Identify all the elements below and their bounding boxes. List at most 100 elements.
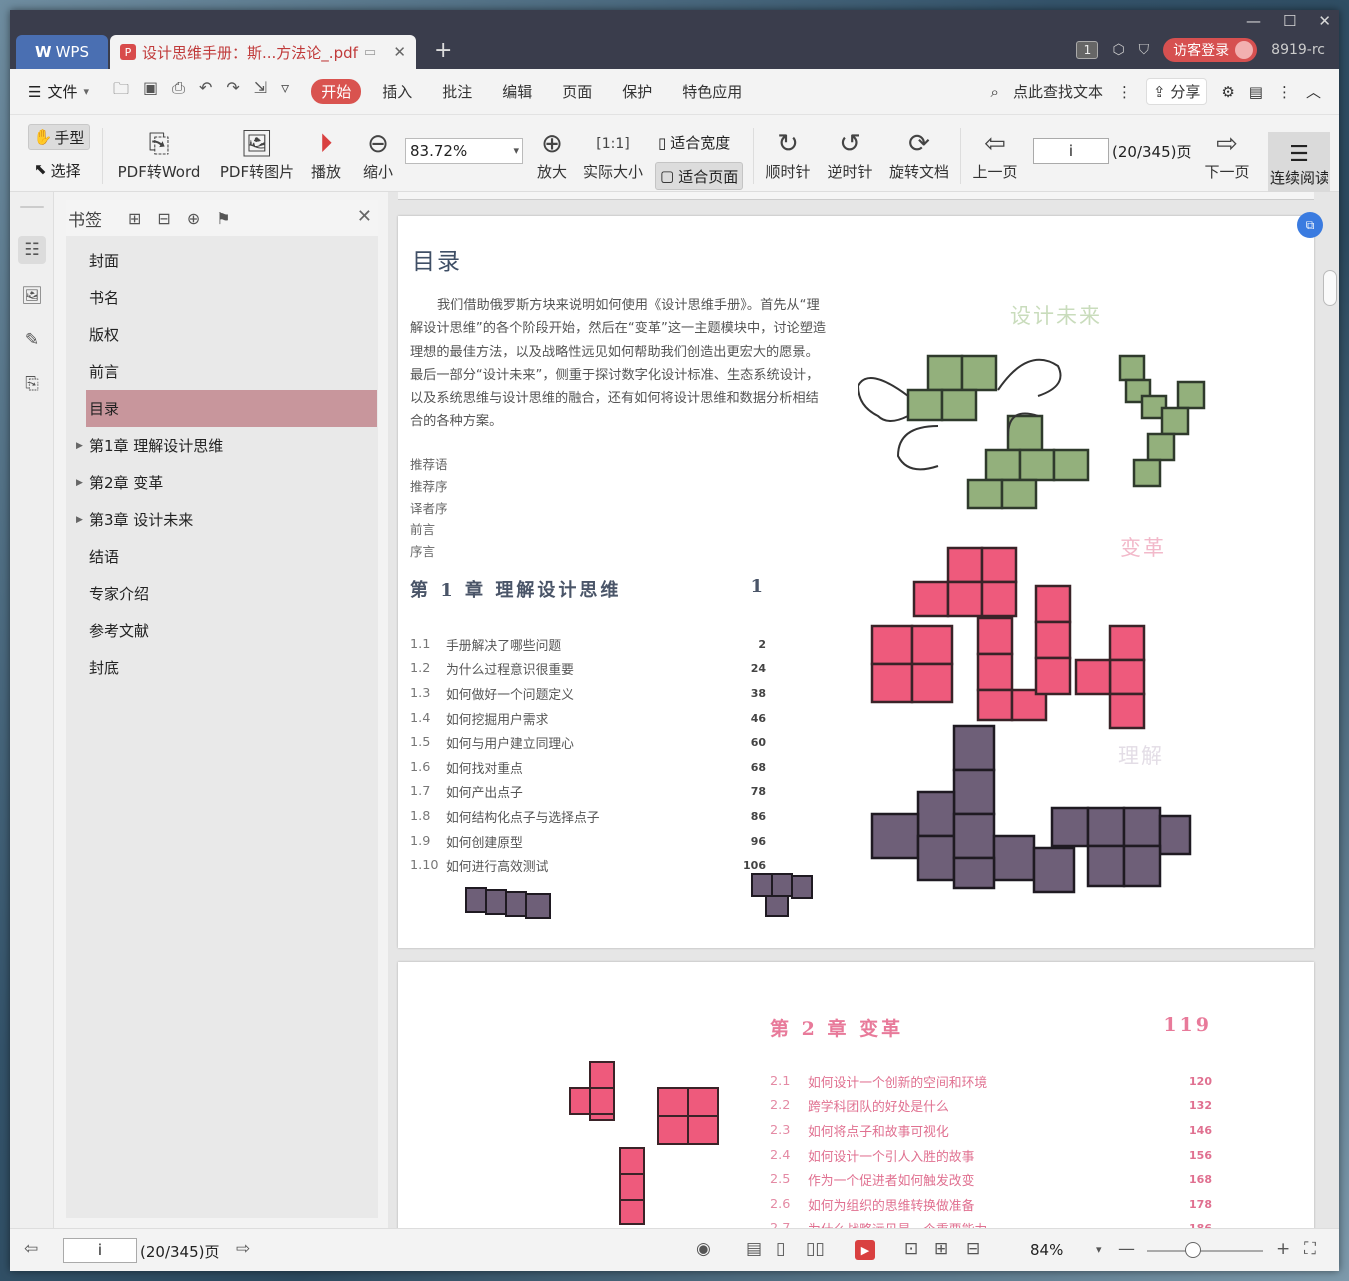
floating-tool-icon[interactable]: ⧉ — [1297, 212, 1323, 238]
document-tab[interactable]: P 设计思维手册：斯...方法论_.pdf ▭ ✕ — [110, 35, 416, 69]
continuous-reading-button[interactable]: ☰ 连续阅读 — [1268, 132, 1330, 192]
print-icon[interactable]: ⎙ — [172, 78, 185, 105]
vertical-scrollbar[interactable] — [1323, 270, 1337, 306]
actual-size-button[interactable]: [1:1] 实际大小 — [580, 116, 646, 192]
find-text-link[interactable]: 点此查找文本 — [1013, 81, 1103, 102]
bookmark-panel-icon[interactable]: ☷ — [18, 236, 46, 264]
minimize-icon[interactable]: — — [1246, 12, 1261, 30]
bookmark-item[interactable]: 专家介绍 — [66, 575, 378, 612]
bookmark-label: 封底 — [89, 659, 120, 677]
bookmark-item-selected[interactable]: 目录 — [86, 390, 377, 427]
close-panel-icon[interactable]: ✕ — [357, 206, 372, 227]
next-page-icon[interactable]: ⇨ — [236, 1239, 250, 1259]
open-folder-icon[interactable]: 🗀 — [113, 78, 129, 105]
bookmark-item[interactable]: ▶ 第1章 理解设计思维 — [66, 427, 378, 464]
add-bookmark-icon[interactable]: ⊕ — [187, 209, 200, 228]
thumbnail-icon[interactable]: 🖼 — [18, 282, 46, 310]
file-menu[interactable]: ☰ 文件 ▾ — [28, 81, 89, 102]
bookmark-item[interactable]: 参考文献 — [66, 612, 378, 649]
maximize-icon[interactable]: ☐ — [1283, 12, 1296, 30]
fullscreen-icon[interactable]: ⛶ — [1304, 1239, 1316, 1259]
select-tool-button[interactable]: ⬉ 选择 — [34, 160, 81, 181]
actual-size-icon[interactable]: ⊡ — [904, 1239, 918, 1259]
fit-page-icon[interactable]: ⊞ — [934, 1239, 948, 1259]
annotation-icon[interactable]: ✎ — [18, 326, 46, 354]
eye-icon[interactable]: ◉ — [696, 1239, 711, 1259]
fit-width-icon[interactable]: ⊟ — [966, 1239, 980, 1259]
play-button[interactable]: ⏵ 播放 — [306, 116, 346, 192]
rotate-counterclockwise-button[interactable]: ↺ 逆时针 — [822, 116, 878, 192]
zoom-slider-handle[interactable] — [1185, 1242, 1201, 1258]
play-circle-icon: ⏵ — [319, 128, 333, 159]
prev-page-icon[interactable]: ⇦ — [24, 1239, 38, 1259]
rotate-document-button[interactable]: ⟳ 旋转文档 — [886, 116, 952, 192]
tab-insert[interactable]: 插入 — [367, 81, 427, 102]
bookmark-item[interactable]: 封面 — [66, 242, 378, 279]
undo-icon[interactable]: ↶ — [199, 78, 212, 105]
gear-icon[interactable]: ⚙ — [1221, 83, 1234, 101]
status-page-input[interactable]: i — [63, 1238, 137, 1263]
tab-annotate[interactable]: 批注 — [427, 81, 487, 102]
comment-icon[interactable]: ▤ — [1249, 83, 1263, 101]
hand-tool-button[interactable]: ✋ 手型 — [28, 124, 90, 150]
close-icon[interactable]: ✕ — [1318, 12, 1331, 30]
bookmark-item[interactable]: 书名 — [66, 279, 378, 316]
wps-home-tab[interactable]: W WPS — [16, 35, 108, 69]
expand-caret-icon[interactable]: ▶ — [76, 515, 83, 525]
tab-special[interactable]: 特色应用 — [667, 81, 757, 102]
collapse-ribbon-icon[interactable]: ︿ — [1306, 81, 1321, 102]
bookmark-item[interactable]: 封底 — [66, 649, 378, 686]
play-slideshow-icon[interactable]: ▶ — [855, 1240, 875, 1260]
save-icon[interactable]: ▣ — [143, 78, 158, 105]
collapse-all-icon[interactable]: ⊟ — [157, 209, 170, 228]
rotate-clockwise-button[interactable]: ↻ 顺时针 — [760, 116, 816, 192]
fit-width-button[interactable]: ▯ 适合宽度 — [658, 132, 730, 153]
tab-edit[interactable]: 编辑 — [487, 81, 547, 102]
single-page-view-icon[interactable]: ▤ — [746, 1239, 762, 1259]
more-vertical-icon[interactable]: ⋮ — [1117, 83, 1132, 101]
new-tab-icon[interactable]: + — [434, 38, 452, 63]
guest-login-button[interactable]: 访客登录 — [1163, 38, 1258, 62]
monitor-icon[interactable]: ▭ — [364, 45, 376, 60]
skin-icon[interactable]: ⬡ — [1112, 42, 1124, 58]
expand-caret-icon[interactable]: ▶ — [76, 478, 83, 488]
attachment-icon[interactable]: ⎘ — [18, 370, 46, 398]
pdf-to-image-button[interactable]: 🖼 PDF转图片 — [214, 116, 300, 192]
kebab-icon[interactable]: ⋮ — [1277, 83, 1292, 101]
page-number-input[interactable]: i — [1033, 138, 1109, 164]
close-tab-icon[interactable]: ✕ — [393, 43, 406, 61]
zoom-dropdown-icon[interactable]: ▾ — [1096, 1243, 1102, 1256]
export-icon[interactable]: ⇲ — [254, 78, 267, 105]
fit-page-button[interactable]: ▢ 适合页面 — [655, 162, 744, 190]
document-viewport[interactable]: 目录 我们借助俄罗斯方块来说明如何使用《设计思维手册》。首先从“理解设计思维”的… — [388, 192, 1339, 1262]
tab-start[interactable]: 开始 — [311, 79, 362, 104]
drag-handle[interactable] — [20, 206, 44, 208]
search-icon[interactable]: ⌕ — [991, 83, 999, 101]
expand-all-icon[interactable]: ⊞ — [128, 209, 141, 228]
expand-caret-icon[interactable]: ▶ — [76, 441, 83, 451]
shirt-icon[interactable]: ⛉ — [1139, 42, 1150, 58]
bookmark-item[interactable]: 版权 — [66, 316, 378, 353]
zoom-out-button[interactable]: ⊖ 缩小 — [358, 116, 398, 192]
bookmark-item[interactable]: 前言 — [66, 353, 378, 390]
bookmark-settings-icon[interactable]: ⚑ — [216, 209, 230, 228]
bookmark-item[interactable]: 结语 — [66, 538, 378, 575]
zoom-slider[interactable] — [1147, 1250, 1263, 1252]
zoom-in-icon[interactable]: + — [1276, 1239, 1290, 1259]
bookmark-item[interactable]: ▶ 第2章 变革 — [66, 464, 378, 501]
zoom-select[interactable]: 83.72% — [405, 138, 523, 164]
zoom-out-icon[interactable]: — — [1118, 1239, 1135, 1259]
redo-icon[interactable]: ↷ — [226, 78, 239, 105]
pdf-to-word-button[interactable]: ⎘ PDF转Word — [114, 116, 204, 192]
tab-protect[interactable]: 保护 — [607, 81, 667, 102]
continuous-view-icon[interactable]: ▯ — [776, 1239, 785, 1259]
next-page-button[interactable]: ⇨ 下一页 — [1200, 116, 1254, 192]
two-page-view-icon[interactable]: ▯▯ — [806, 1239, 825, 1259]
zoom-in-button[interactable]: ⊕ 放大 — [532, 116, 572, 192]
share-button[interactable]: ⇪ 分享 — [1145, 78, 1208, 105]
prev-page-button[interactable]: ⇦ 上一页 — [968, 116, 1022, 192]
tab-page[interactable]: 页面 — [547, 81, 607, 102]
bookmark-item[interactable]: ▶ 第3章 设计未来 — [66, 501, 378, 538]
window-count-badge[interactable]: 1 — [1076, 41, 1099, 59]
more-dropdown-icon[interactable]: ▿ — [281, 78, 289, 105]
